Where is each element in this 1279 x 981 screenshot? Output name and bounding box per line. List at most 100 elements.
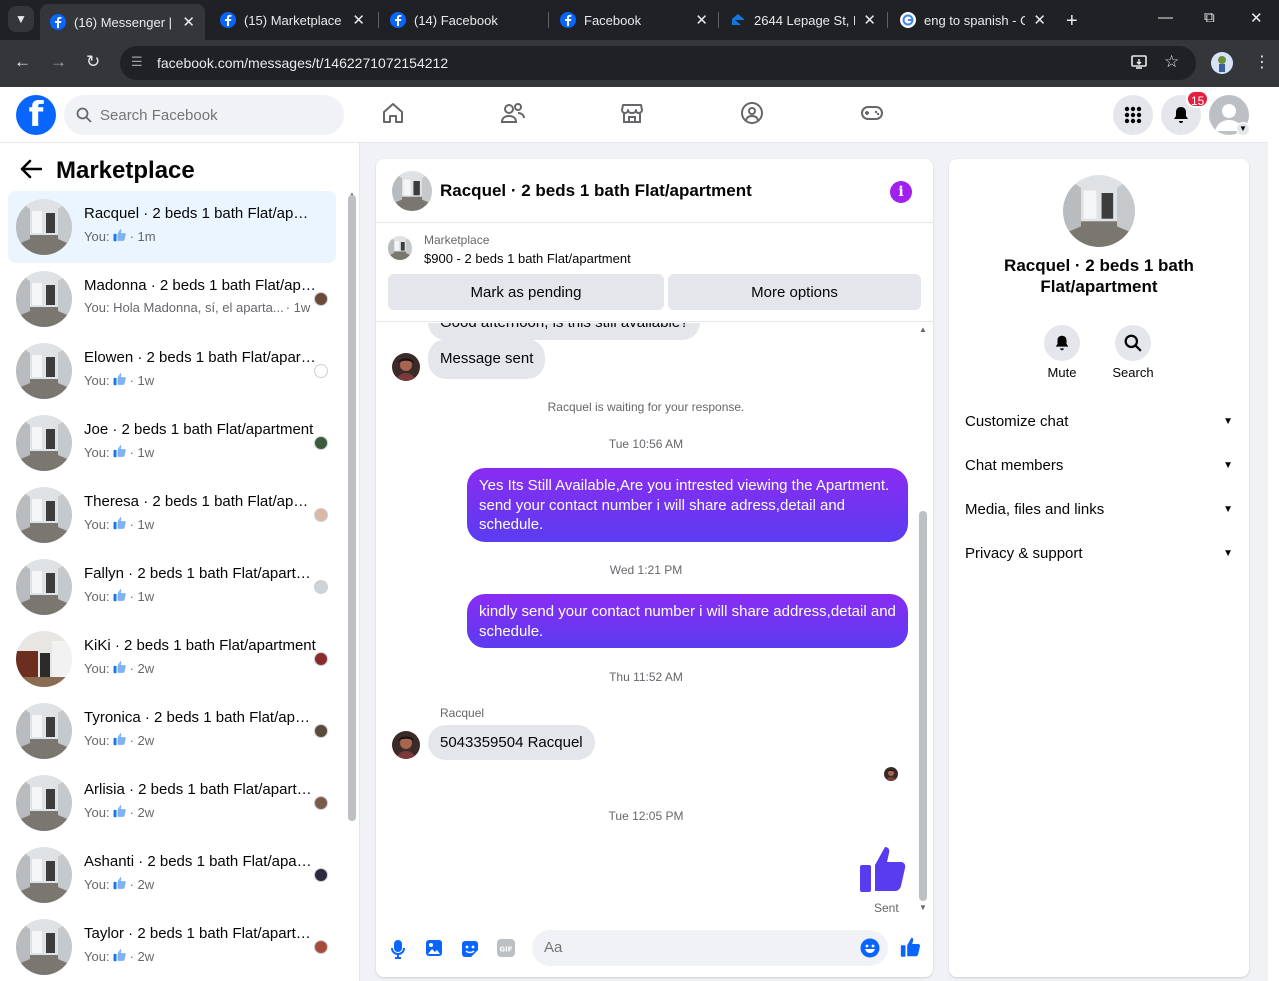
chat-members-section[interactable]: Chat members ▼ (965, 449, 1233, 481)
conversation-time: · 1w (129, 589, 155, 604)
page-scrollbar[interactable] (1268, 87, 1279, 981)
address-bar[interactable]: ☰ facebook.com/messages/t/14622710721542… (120, 46, 1196, 80)
tab-messenger[interactable]: (16) Messenger | Fa ✕ (40, 4, 205, 40)
search-conversation-button[interactable] (1115, 325, 1151, 361)
mute-button[interactable] (1044, 325, 1080, 361)
conversation-item[interactable]: Tyronica · 2 beds 1 bath Flat/apartment Y… (8, 695, 336, 767)
sidebar-scrollbar[interactable] (348, 195, 356, 821)
conversation-item[interactable]: Taylor · 2 beds 1 bath Flat/apartment You… (8, 911, 336, 981)
install-app-icon[interactable] (1130, 53, 1148, 76)
bookmark-star-icon[interactable]: ☆ (1164, 52, 1179, 72)
chat-title[interactable]: Racquel · 2 beds 1 bath Flat/apartment (440, 181, 752, 201)
close-icon[interactable]: ✕ (863, 11, 876, 29)
message-input-box[interactable] (532, 930, 888, 966)
new-tab-icon[interactable]: + (1066, 10, 1078, 33)
browser-menu-icon[interactable]: ⋮ (1254, 52, 1270, 72)
emoji-icon[interactable] (860, 938, 880, 963)
reload-icon[interactable]: ↻ (86, 52, 100, 72)
facebook-search[interactable] (64, 95, 344, 135)
marketplace-listing-card: Marketplace $900 - 2 beds 1 bath Flat/ap… (376, 224, 933, 322)
timestamp: Tue 12:05 PM (608, 809, 684, 823)
conversation-time: · 2w (129, 733, 155, 748)
home-icon[interactable] (381, 101, 405, 130)
photo-icon[interactable] (425, 939, 443, 962)
sender-avatar[interactable] (392, 353, 420, 381)
like-icon (113, 876, 127, 893)
privacy-support-section[interactable]: Privacy & support ▼ (965, 537, 1233, 569)
facebook-logo-icon[interactable]: f (16, 95, 56, 135)
listing-thumbnail[interactable] (388, 236, 412, 260)
customize-chat-section[interactable]: Customize chat ▼ (965, 405, 1233, 437)
listing-large-avatar[interactable] (1063, 175, 1135, 247)
close-icon[interactable]: ✕ (182, 13, 195, 31)
sticker-icon[interactable] (460, 939, 480, 964)
gif-icon[interactable]: GIF (497, 939, 515, 962)
microphone-icon[interactable] (390, 939, 406, 964)
close-icon[interactable]: ✕ (352, 11, 365, 29)
conversation-item[interactable]: Racquel · 2 beds 1 bath Flat/apartment Yo… (8, 191, 336, 263)
chevron-down-icon: ▼ (1223, 415, 1233, 427)
groups-icon[interactable] (740, 101, 764, 130)
conversation-item[interactable]: KiKi · 2 beds 1 bath Flat/apartment You: ·… (8, 623, 336, 695)
read-receipt-avatar (884, 767, 898, 781)
marketplace-icon[interactable] (620, 101, 644, 130)
chevron-down-icon[interactable]: ▼ (1236, 122, 1250, 136)
sent-status: Sent (874, 901, 899, 913)
conversation-avatar (16, 631, 72, 687)
conversation-preview: You: · 2w (84, 660, 154, 677)
chat-scrollbar[interactable] (919, 511, 927, 901)
conversation-item[interactable]: Arlisia · 2 beds 1 bath Flat/apartment Yo… (8, 767, 336, 839)
conversation-item[interactable]: Theresa · 2 beds 1 bath Flat/apartment Yo… (8, 479, 336, 551)
site-settings-icon[interactable]: ☰ (131, 54, 143, 70)
listing-avatar[interactable] (392, 171, 432, 211)
read-receipt-avatar (314, 508, 328, 522)
facebook-favicon-icon (560, 12, 576, 28)
conversation-item[interactable]: Joe · 2 beds 1 bath Flat/apartment You: · … (8, 407, 336, 479)
restore-icon[interactable]: ⧉ (1204, 9, 1215, 26)
listing-title[interactable]: $900 - 2 beds 1 bath Flat/apartment (424, 251, 631, 266)
search-icon (76, 107, 92, 123)
gaming-icon[interactable] (860, 101, 884, 130)
conversation-name: Fallyn · 2 beds 1 bath Flat/apartment (84, 565, 316, 582)
media-files-links-section[interactable]: Media, files and links ▼ (965, 493, 1233, 525)
more-options-button[interactable]: More options (668, 274, 921, 310)
conversation-avatar (16, 919, 72, 975)
tab-google[interactable]: eng to spanish - G ✕ (890, 4, 1056, 36)
tab-facebook[interactable]: Facebook ✕ (550, 4, 718, 36)
tab-title: Facebook (584, 12, 642, 28)
mark-pending-button[interactable]: Mark as pending (388, 274, 664, 310)
sender-avatar[interactable] (392, 731, 420, 759)
friends-icon[interactable] (500, 101, 526, 130)
info-icon[interactable]: i (890, 181, 912, 203)
close-icon[interactable]: ✕ (1033, 11, 1046, 29)
menu-grid-button[interactable] (1113, 95, 1153, 135)
search-input[interactable] (100, 106, 320, 124)
sender-name: Racquel (440, 706, 485, 720)
window-close-icon[interactable]: ✕ (1250, 9, 1263, 27)
conversation-item[interactable]: Fallyn · 2 beds 1 bath Flat/apartment You… (8, 551, 336, 623)
minimize-icon[interactable]: — (1158, 9, 1173, 26)
like-send-icon[interactable] (900, 936, 922, 963)
scroll-up-icon[interactable]: ▲ (919, 325, 927, 334)
scroll-down-icon[interactable]: ▼ (919, 903, 927, 912)
tab-marketplace[interactable]: (15) Marketplace - ✕ (210, 4, 375, 36)
conversation-item[interactable]: Elowen · 2 beds 1 bath Flat/apartment You… (8, 335, 336, 407)
tab-separator (548, 12, 549, 28)
conversation-item[interactable]: Ashanti · 2 beds 1 bath Flat/apartment Yo… (8, 839, 336, 911)
incoming-message: Good afternoon, is this still available? (428, 323, 701, 340)
forward-icon[interactable]: → (50, 52, 67, 72)
close-icon[interactable]: ✕ (695, 11, 708, 29)
tab-facebook-14[interactable]: (14) Facebook (380, 4, 548, 36)
message-input[interactable] (544, 939, 844, 956)
conversation-name: Racquel · 2 beds 1 bath Flat/apartment (1004, 256, 1194, 296)
back-icon[interactable]: ← (14, 52, 31, 72)
back-arrow-icon[interactable] (20, 159, 43, 184)
conversation-item[interactable]: Madonna · 2 beds 1 bath Flat/apartment Yo… (8, 263, 336, 335)
tab-search-dropdown[interactable]: ▼ (8, 6, 34, 32)
profile-avatar[interactable] (1211, 52, 1233, 74)
grid-icon (1124, 106, 1142, 124)
tab-zillow[interactable]: 2644 Lepage St, Ne ✕ (720, 4, 886, 36)
conversation-preview: You: · 2w (84, 732, 154, 749)
conversation-name: Racquel · 2 beds 1 bath Flat/apartment (84, 205, 316, 222)
page-title: Marketplace (56, 157, 195, 184)
